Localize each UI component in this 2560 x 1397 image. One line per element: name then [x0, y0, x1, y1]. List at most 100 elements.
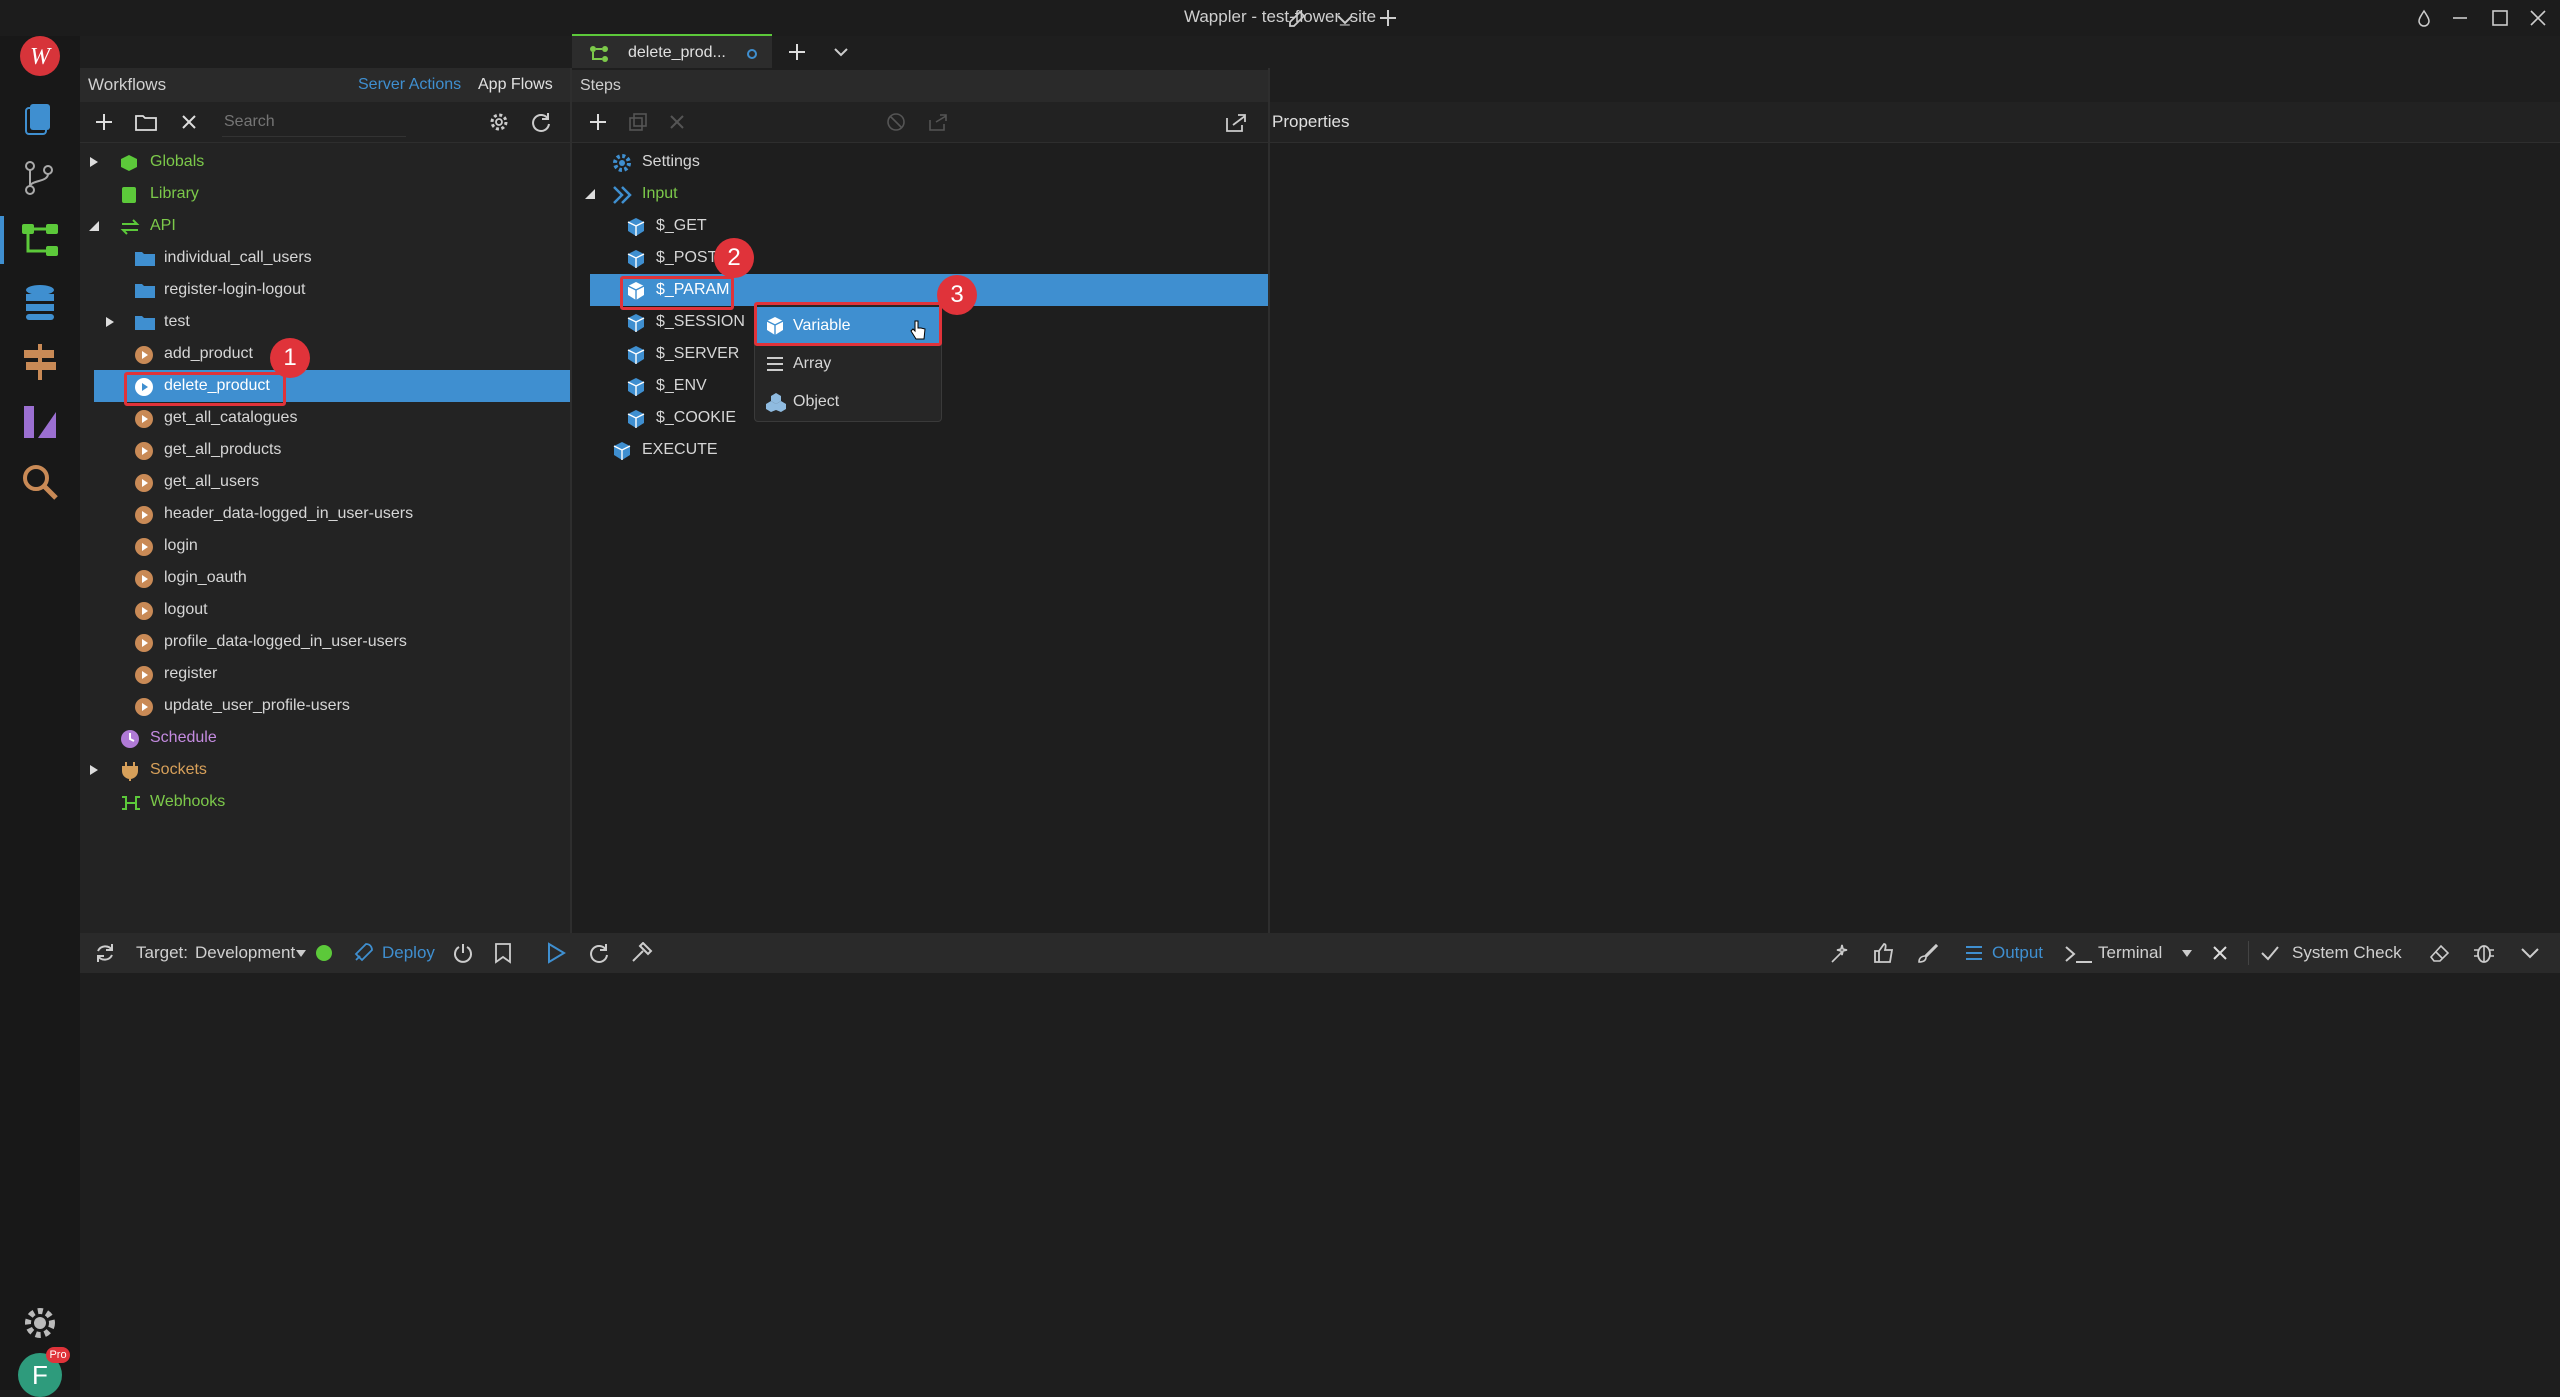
- tree-item-action[interactable]: header_data-logged_in_user-users: [80, 498, 570, 530]
- search-input[interactable]: [222, 108, 406, 137]
- folder-icon[interactable]: [134, 112, 158, 132]
- system-check-button[interactable]: System Check: [2292, 933, 2402, 973]
- step-label: $_GET: [656, 217, 707, 234]
- tree-item-action[interactable]: login_oauth: [80, 562, 570, 594]
- refresh-icon[interactable]: [530, 111, 552, 133]
- bug-icon[interactable]: [2472, 941, 2496, 965]
- search-icon[interactable]: [18, 460, 62, 504]
- thumbs-up-icon[interactable]: [1872, 941, 1896, 965]
- pencil-icon[interactable]: [1286, 8, 1308, 30]
- tree-item-library[interactable]: Library: [80, 178, 570, 210]
- export-icon[interactable]: [928, 112, 948, 132]
- tree-item-folder[interactable]: individual_call_users: [80, 242, 570, 274]
- play-icon[interactable]: [546, 942, 566, 964]
- tree-item-action[interactable]: login: [80, 530, 570, 562]
- tree-item-action[interactable]: register: [80, 658, 570, 690]
- assets-icon[interactable]: [18, 400, 62, 444]
- eraser-icon[interactable]: [2428, 942, 2452, 964]
- expand-arrow-icon[interactable]: [104, 316, 116, 328]
- disable-icon[interactable]: [886, 112, 906, 132]
- tree-item-sockets[interactable]: Sockets: [80, 754, 570, 786]
- copy-icon[interactable]: [628, 112, 648, 132]
- tree-item-webhooks[interactable]: Webhooks: [80, 786, 570, 818]
- close-icon[interactable]: [2528, 8, 2548, 28]
- tree-item-action[interactable]: add_product: [80, 338, 570, 370]
- chevron-down-icon[interactable]: [2520, 944, 2540, 962]
- tree-label: test: [164, 313, 190, 330]
- tab-dropdown-icon[interactable]: [832, 44, 850, 60]
- pages-icon[interactable]: [18, 96, 62, 140]
- settings-gear-icon[interactable]: [18, 1301, 62, 1345]
- tree-item-action[interactable]: logout: [80, 594, 570, 626]
- step-settings[interactable]: Settings: [572, 146, 1268, 178]
- collapse-arrow-icon[interactable]: [88, 220, 100, 232]
- tree-item-globals[interactable]: Globals: [80, 146, 570, 178]
- expand-arrow-icon[interactable]: [88, 156, 100, 168]
- delete-x-icon[interactable]: [668, 113, 686, 131]
- theme-drop-icon[interactable]: [2414, 8, 2434, 28]
- tree-item-folder[interactable]: register-login-logout: [80, 274, 570, 306]
- unsaved-dot-icon: [747, 49, 757, 59]
- chevron-down-icon[interactable]: [1334, 8, 1356, 30]
- collapse-arrow-icon[interactable]: [584, 188, 596, 200]
- tree-item-action[interactable]: profile_data-logged_in_user-users: [80, 626, 570, 658]
- power-icon[interactable]: [452, 942, 474, 964]
- tree-item-action[interactable]: get_all_catalogues: [80, 402, 570, 434]
- database-icon[interactable]: [18, 280, 62, 324]
- deploy-button[interactable]: Deploy: [382, 933, 435, 973]
- output-tab[interactable]: Output: [1992, 933, 2043, 973]
- tab-delete-product[interactable]: delete_prod...: [572, 34, 772, 72]
- highlight-box-param: [620, 276, 734, 310]
- open-external-icon[interactable]: [1224, 111, 1248, 133]
- new-tab-plus-icon[interactable]: [786, 41, 808, 63]
- git-icon[interactable]: [18, 156, 62, 200]
- sync-icon[interactable]: [94, 942, 116, 964]
- add-icon[interactable]: [94, 112, 114, 132]
- rocket-icon[interactable]: [352, 942, 374, 964]
- step-label: EXECUTE: [642, 441, 718, 458]
- tab-app-flows[interactable]: App Flows: [478, 68, 553, 102]
- output-console[interactable]: [80, 973, 2560, 1390]
- target-select[interactable]: Development: [195, 933, 295, 973]
- pro-badge: Pro: [46, 1347, 70, 1363]
- workflows-icon[interactable]: [18, 218, 62, 262]
- caret-down-icon[interactable]: [2182, 950, 2192, 958]
- brush-icon[interactable]: [1916, 942, 1940, 964]
- step-post[interactable]: $_POST: [572, 242, 1268, 274]
- workflows-panel: Workflows Server Actions App Flows Globa…: [80, 68, 572, 933]
- cube-icon: [627, 346, 645, 364]
- routing-signpost-icon[interactable]: [18, 340, 62, 384]
- plus-icon[interactable]: [1377, 7, 1399, 29]
- tree-item-schedule[interactable]: Schedule: [80, 722, 570, 754]
- add-step-icon[interactable]: [588, 112, 608, 132]
- step-execute[interactable]: EXECUTE: [572, 434, 1268, 466]
- step-get[interactable]: $_GET: [572, 210, 1268, 242]
- delete-x-icon[interactable]: [180, 113, 198, 131]
- caret-down-icon[interactable]: [296, 950, 306, 958]
- tab-server-actions[interactable]: Server Actions: [358, 68, 461, 102]
- ai-sparkle-icon[interactable]: [1828, 942, 1852, 964]
- menu-item-array[interactable]: Array: [755, 345, 941, 383]
- settings-gear-icon[interactable]: [488, 111, 510, 133]
- tree-item-action[interactable]: get_all_users: [80, 466, 570, 498]
- folder-icon: [135, 252, 155, 266]
- step-input[interactable]: Input: [572, 178, 1268, 210]
- tree-item-folder[interactable]: test: [80, 306, 570, 338]
- close-icon[interactable]: [2211, 944, 2229, 962]
- bookmark-icon[interactable]: [494, 942, 512, 964]
- maximize-icon[interactable]: [2490, 8, 2510, 28]
- minimize-icon[interactable]: [2450, 8, 2470, 28]
- tree-item-api[interactable]: API: [80, 210, 570, 242]
- terminal-tab[interactable]: Terminal: [2098, 933, 2162, 973]
- restart-icon[interactable]: [588, 942, 610, 964]
- api-arrows-icon: [120, 219, 140, 235]
- menu-item-object[interactable]: Object: [755, 383, 941, 421]
- expand-arrow-icon[interactable]: [88, 764, 100, 776]
- tree-item-action[interactable]: update_user_profile-users: [80, 690, 570, 722]
- tree-label: login: [164, 537, 198, 554]
- hammer-icon[interactable]: [630, 942, 654, 964]
- wappler-logo-icon[interactable]: W: [18, 34, 62, 78]
- tree-item-action[interactable]: get_all_products: [80, 434, 570, 466]
- list-icon: [767, 357, 783, 371]
- tree-label: Schedule: [150, 729, 217, 746]
